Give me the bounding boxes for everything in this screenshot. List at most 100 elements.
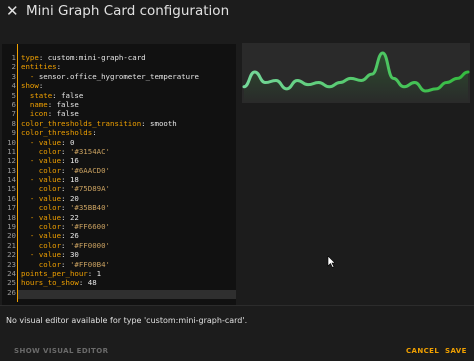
code-token: 48: [87, 278, 97, 288]
code-token: -: [21, 212, 39, 222]
code-line[interactable]: state: false: [21, 91, 235, 100]
code-line[interactable]: show:: [21, 81, 235, 90]
code-token: 22: [69, 212, 79, 222]
code-line[interactable]: type: custom:mini-graph-card: [21, 53, 235, 62]
code-line[interactable]: - value: 30: [21, 250, 235, 259]
line-number: 13: [7, 165, 16, 175]
code-token: '#FF00B4': [69, 259, 110, 269]
line-number: 2: [11, 62, 16, 72]
code-line[interactable]: color: '#FF0000': [21, 241, 235, 250]
code-token: color: [21, 203, 62, 213]
code-token: :: [61, 137, 70, 147]
gutter-border: [17, 44, 18, 302]
show-visual-editor-button[interactable]: SHOW VISUAL EDITOR: [14, 347, 108, 355]
line-number: 25: [7, 278, 16, 288]
code-line[interactable]: color: '#75D89A': [21, 184, 235, 193]
line-number: 24: [7, 268, 16, 278]
code-token: entities: [21, 62, 57, 72]
code-token: :: [61, 146, 70, 156]
dialog-header: ✕ Mini Graph Card configuration: [0, 0, 474, 24]
code-token: '#FF6600': [69, 222, 110, 232]
code-line[interactable]: color_thresholds_transition: smooth: [21, 119, 235, 128]
code-line[interactable]: [21, 288, 235, 297]
code-token: type: [21, 53, 39, 62]
code-token: name: [21, 99, 48, 109]
code-line[interactable]: color: '#6AACD0': [21, 166, 235, 175]
line-number-gutter: 1 2 3 4 5 6 7 8 9 10 11 12 13 14 15 16 17 18 19 20 21 22 23 24 2…: [2, 53, 16, 297]
code-token: 20: [69, 193, 79, 203]
code-line[interactable]: - value: 18: [21, 175, 235, 184]
line-number: 15: [7, 184, 16, 194]
code-token: :: [92, 128, 97, 138]
code-token: color: [21, 259, 62, 269]
code-token: 0: [69, 137, 75, 147]
code-line[interactable]: - value: 16: [21, 156, 235, 165]
code-token: smooth: [150, 118, 177, 128]
code-token: show: [21, 81, 39, 91]
code-token: color: [21, 146, 62, 156]
code-line[interactable]: hours_to_show: 48: [21, 278, 235, 287]
code-line[interactable]: - sensor.office_hygrometer_temperature: [21, 72, 235, 81]
cancel-button[interactable]: CANCEL: [406, 347, 439, 355]
code-line[interactable]: color: '#FF6600': [21, 222, 235, 231]
code-line[interactable]: points_per_hour: 1: [21, 269, 235, 278]
close-icon[interactable]: ✕: [6, 3, 20, 19]
code-token: value: [38, 231, 62, 241]
code-token: :: [38, 53, 48, 62]
line-number: 3: [11, 71, 16, 81]
code-line[interactable]: color_thresholds:: [21, 128, 235, 137]
code-line[interactable]: - value: 26: [21, 231, 235, 240]
code-token: :: [38, 81, 44, 91]
code-token: :: [141, 118, 151, 128]
code-line[interactable]: - value: 0: [21, 138, 235, 147]
code-token: -: [21, 250, 39, 260]
code-token: sensor.office_hygrometer_temperature: [38, 71, 199, 81]
code-token: color: [21, 184, 62, 194]
code-line[interactable]: color: '#35BB40': [21, 203, 235, 212]
code-line[interactable]: - value: 20: [21, 194, 235, 203]
code-line[interactable]: color: '#3154AC': [21, 147, 235, 156]
code-token: :: [61, 240, 70, 250]
code-line[interactable]: - value: 22: [21, 213, 235, 222]
code-line[interactable]: name: false: [21, 100, 235, 109]
code-token: :: [87, 268, 97, 278]
code-token: :: [61, 184, 70, 194]
line-number: 23: [7, 259, 16, 269]
code-line[interactable]: entities:: [21, 62, 235, 71]
code-token: state: [21, 90, 53, 100]
code-token: -: [21, 137, 39, 147]
line-number: 9: [11, 128, 16, 138]
code-token: '#3154AC': [69, 146, 110, 156]
code-token: :: [61, 231, 70, 241]
code-token: value: [38, 137, 62, 147]
code-token: '#6AACD0': [69, 165, 110, 175]
line-number: 12: [7, 156, 16, 166]
code-content[interactable]: type: custom:mini-graph-card entities: - …: [21, 53, 235, 297]
code-token: value: [38, 156, 62, 166]
code-token: 1: [96, 268, 102, 278]
line-number: 16: [7, 193, 16, 203]
code-token: 26: [69, 231, 79, 241]
code-token: value: [38, 175, 62, 185]
yaml-code-editor[interactable]: 1 2 3 4 5 6 7 8 9 10 11 12 13 14 15 16 17 18 19 20 21 22 23 24 2…: [2, 44, 236, 306]
code-token: 16: [69, 156, 79, 166]
code-token: false: [61, 90, 84, 100]
line-number: 1: [11, 53, 16, 62]
code-token: :: [61, 222, 70, 232]
code-line[interactable]: color: '#FF00B4': [21, 260, 235, 269]
code-token: icon: [21, 109, 48, 119]
code-token: hours_to_show: [21, 278, 79, 288]
mouse-cursor-icon: [327, 256, 335, 268]
code-token: -: [21, 71, 39, 81]
code-line[interactable]: icon: false: [21, 109, 235, 118]
code-token: custom:mini-graph-card: [47, 53, 146, 62]
line-number: 17: [7, 203, 16, 213]
code-token: color_thresholds: [21, 128, 93, 138]
save-button[interactable]: SAVE: [445, 347, 467, 355]
line-number: 7: [11, 109, 16, 119]
line-number: 10: [7, 137, 16, 147]
code-token: value: [38, 212, 62, 222]
code-token: :: [61, 259, 70, 269]
code-token: false: [56, 99, 79, 109]
divider: [0, 305, 474, 306]
